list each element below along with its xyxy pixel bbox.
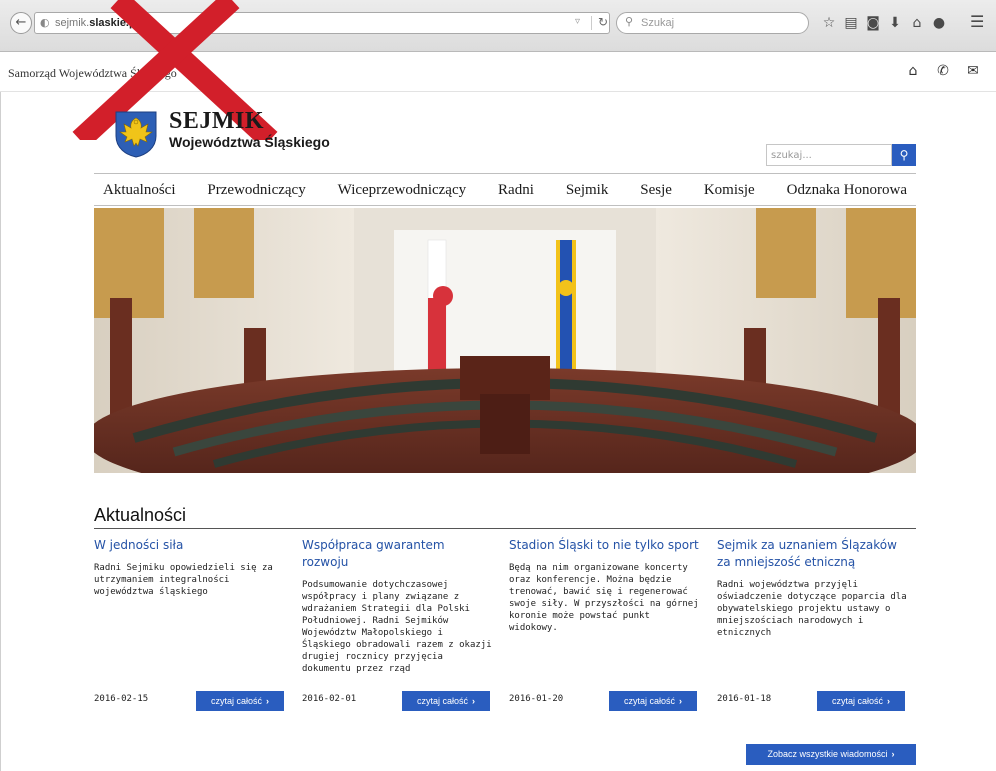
news-item-text: Radni województwa przyjęli oświadczenie …: [717, 580, 907, 638]
news-item: Sejmik za uznaniem Ślązaków za mniejszoś…: [717, 537, 907, 713]
read-more-button[interactable]: czytaj całość ›: [609, 691, 697, 711]
url-separator: [591, 16, 592, 30]
nav-item-sesje[interactable]: Sesje: [631, 182, 681, 199]
read-more-button[interactable]: czytaj całość ›: [817, 691, 905, 711]
news-item: Stadion Śląski to nie tylko sport Będą n…: [509, 537, 699, 713]
browser-toolbar: ← ◐ sejmik.slaskie.pl ▿ ↻ ⚲ Szukaj ☆ ▤ ◙…: [0, 0, 996, 52]
chevron-right-icon: ›: [887, 696, 891, 706]
portal-title[interactable]: Samorząd Województwa Śląskiego: [8, 66, 177, 81]
read-more-label: czytaj całość: [210, 696, 263, 706]
news-divider: [94, 528, 916, 529]
coat-of-arms-icon[interactable]: [114, 110, 158, 158]
star-icon[interactable]: ☆: [818, 13, 840, 33]
site-search: szukaj... ⚲: [766, 144, 916, 166]
toolbar-icons: ☆ ▤ ◙ ⬇ ⌂ ●: [818, 13, 950, 33]
chevron-right-icon: ›: [891, 749, 895, 759]
nav-item-komisje[interactable]: Komisje: [695, 182, 764, 199]
news-item-date: 2016-02-15: [94, 694, 149, 704]
url-text[interactable]: sejmik.slaskie.pl: [55, 17, 139, 29]
portal-strip: Samorząd Województwa Śląskiego ⌂ ✆ ✉: [0, 52, 996, 92]
search-icon: ⚲: [899, 148, 909, 162]
chat-icon[interactable]: ●: [928, 13, 950, 33]
all-news-label: Zobacz wszystkie wiadomości: [767, 749, 888, 759]
page-left-border: [0, 92, 1, 771]
news-item: W jedności siła Radni Sejmiku opowiedzie…: [94, 537, 284, 713]
portal-icons: ⌂ ✆ ✉: [904, 63, 982, 79]
all-news-button[interactable]: Zobacz wszystkie wiadomości ›: [746, 744, 916, 765]
hero-image: [94, 208, 916, 473]
site-search-button[interactable]: ⚲: [892, 144, 916, 166]
browser-search-placeholder: Szukaj: [641, 17, 675, 29]
reload-icon[interactable]: ↻: [598, 15, 608, 29]
home-icon[interactable]: ⌂: [906, 13, 928, 33]
back-arrow-icon[interactable]: ←: [10, 12, 32, 34]
news-item-title[interactable]: Sejmik za uznaniem Ślązaków za mniejszoś…: [717, 537, 907, 571]
nav-item-przewodniczacy[interactable]: Przewodniczący: [198, 182, 314, 199]
home-icon[interactable]: ⌂: [904, 63, 922, 79]
nav-item-sejmik[interactable]: Sejmik: [557, 182, 618, 199]
bookmarks-icon[interactable]: ▤: [840, 13, 862, 33]
site-search-input[interactable]: szukaj...: [766, 144, 892, 166]
news-item-title[interactable]: W jedności siła: [94, 537, 284, 554]
read-more-button[interactable]: czytaj całość ›: [402, 691, 490, 711]
news-item-date: 2016-01-20: [509, 694, 564, 704]
read-more-button[interactable]: czytaj całość ›: [196, 691, 284, 711]
read-more-label: czytaj całość: [623, 696, 676, 706]
pocket-icon[interactable]: ◙: [862, 13, 884, 33]
nav-item-odznaka-honorowa[interactable]: Odznaka Honorowa: [778, 182, 916, 199]
logo-title[interactable]: SEJMIK: [169, 108, 264, 135]
address-bar[interactable]: ◐ sejmik.slaskie.pl ▿ ↻: [34, 12, 610, 34]
search-icon: ⚲: [625, 15, 634, 28]
chevron-right-icon: ›: [679, 696, 683, 706]
browser-search-input[interactable]: ⚲ Szukaj: [616, 12, 809, 34]
news-item-text: Radni Sejmiku opowiedzieli się za utrzym…: [94, 563, 273, 597]
phone-icon[interactable]: ✆: [934, 63, 952, 79]
nav-item-aktualnosci[interactable]: Aktualności: [94, 182, 185, 199]
site-info-icon[interactable]: ◐: [40, 16, 50, 29]
url-dropdown-icon[interactable]: ▿: [575, 16, 580, 27]
chevron-right-icon: ›: [266, 696, 270, 706]
nav-divider-top: [94, 173, 916, 174]
nav-divider-bottom: [94, 205, 916, 206]
news-item-title[interactable]: Stadion Śląski to nie tylko sport: [509, 537, 699, 554]
news-item-title[interactable]: Współpraca gwarantem rozwoju: [302, 537, 492, 571]
news-item-text: Podsumowanie dotychczasowej współpracy i…: [302, 580, 492, 674]
logo-subtitle[interactable]: Województwa Śląskiego: [169, 134, 330, 150]
news-item-text: Będą na nim organizowane koncerty oraz k…: [509, 563, 699, 633]
read-more-label: czytaj całość: [831, 696, 884, 706]
news-item-date: 2016-01-18: [717, 694, 772, 704]
chevron-right-icon: ›: [472, 696, 476, 706]
download-icon[interactable]: ⬇: [884, 13, 906, 33]
news-item: Współpraca gwarantem rozwoju Podsumowani…: [302, 537, 492, 713]
news-heading: Aktualności: [94, 505, 187, 525]
news-item-date: 2016-02-01: [302, 694, 357, 704]
main-nav: Aktualności Przewodniczący Wiceprzewodni…: [94, 178, 916, 202]
nav-item-wiceprzewodniczacy[interactable]: Wiceprzewodniczący: [329, 182, 475, 199]
menu-icon[interactable]: ☰: [970, 12, 984, 31]
read-more-label: czytaj całość: [416, 696, 469, 706]
mail-icon[interactable]: ✉: [964, 63, 982, 79]
nav-item-radni[interactable]: Radni: [489, 182, 543, 199]
